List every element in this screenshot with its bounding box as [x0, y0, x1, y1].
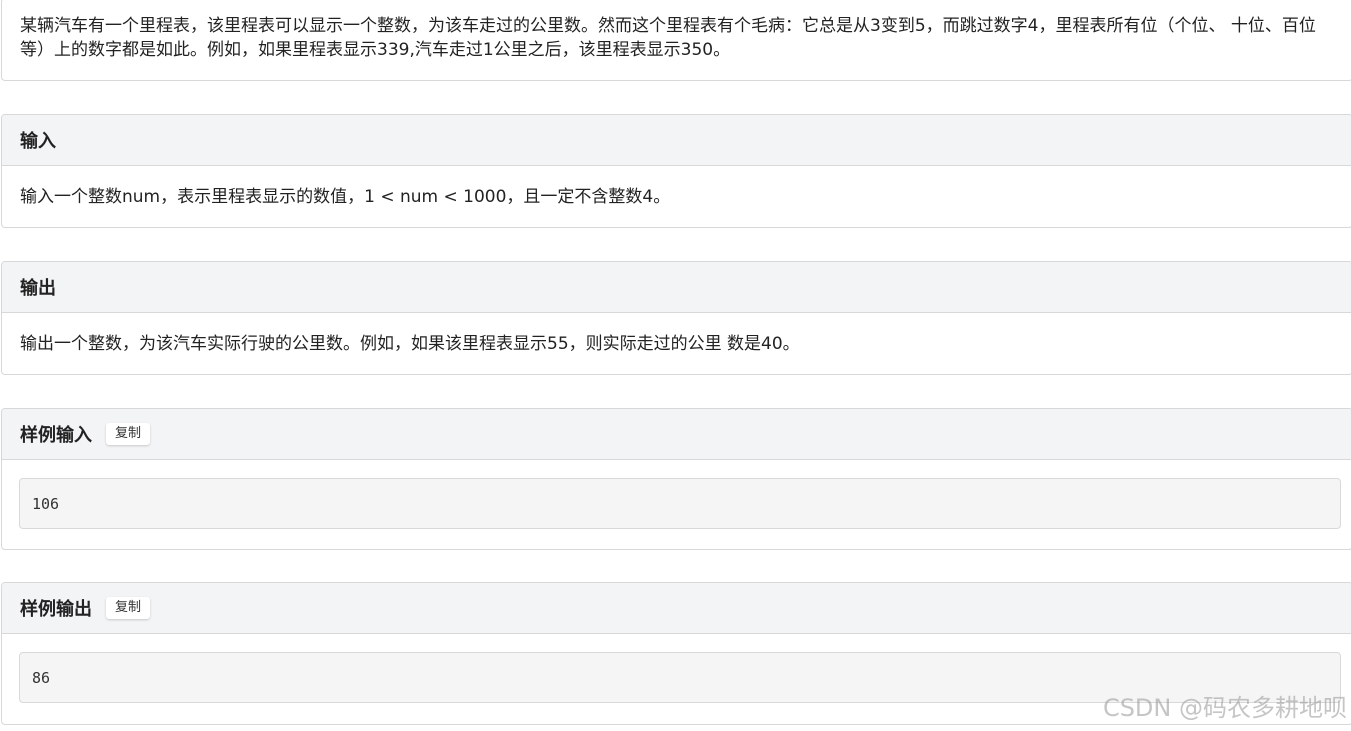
- description-panel: 某辆汽车有一个里程表，该里程表可以显示一个整数，为该车走过的公里数。然而这个里程…: [1, 0, 1351, 81]
- sample-input-code: 106: [19, 478, 1341, 529]
- output-section-text: 输出一个整数，为该汽车实际行驶的公里数。例如，如果该里程表显示55，则实际走过的…: [20, 334, 800, 354]
- output-section-title: 输出: [2, 262, 1351, 313]
- output-section: 输出 输出一个整数，为该汽车实际行驶的公里数。例如，如果该里程表显示55，则实际…: [1, 261, 1351, 375]
- input-section: 输入 输入一个整数num，表示里程表显示的数值，1 < num < 1000，且…: [1, 114, 1351, 228]
- sample-output-header: 样例输出 复制: [2, 583, 1351, 634]
- input-section-title: 输入: [2, 115, 1351, 166]
- watermark: CSDN @码农多耕地呗: [1102, 694, 1347, 722]
- copy-sample-input-button[interactable]: 复制: [106, 423, 151, 445]
- input-section-text: 输入一个整数num，表示里程表显示的数值，1 < num < 1000，且一定不…: [20, 187, 671, 207]
- copy-sample-output-button[interactable]: 复制: [106, 597, 151, 619]
- sample-input-header: 样例输入 复制: [2, 409, 1351, 460]
- sample-input-title: 样例输入: [20, 425, 92, 446]
- sample-output-title: 样例输出: [20, 599, 92, 620]
- description-text: 某辆汽车有一个里程表，该里程表可以显示一个整数，为该车走过的公里数。然而这个里程…: [20, 16, 1316, 60]
- sample-input-section: 样例输入 复制 106: [1, 408, 1351, 550]
